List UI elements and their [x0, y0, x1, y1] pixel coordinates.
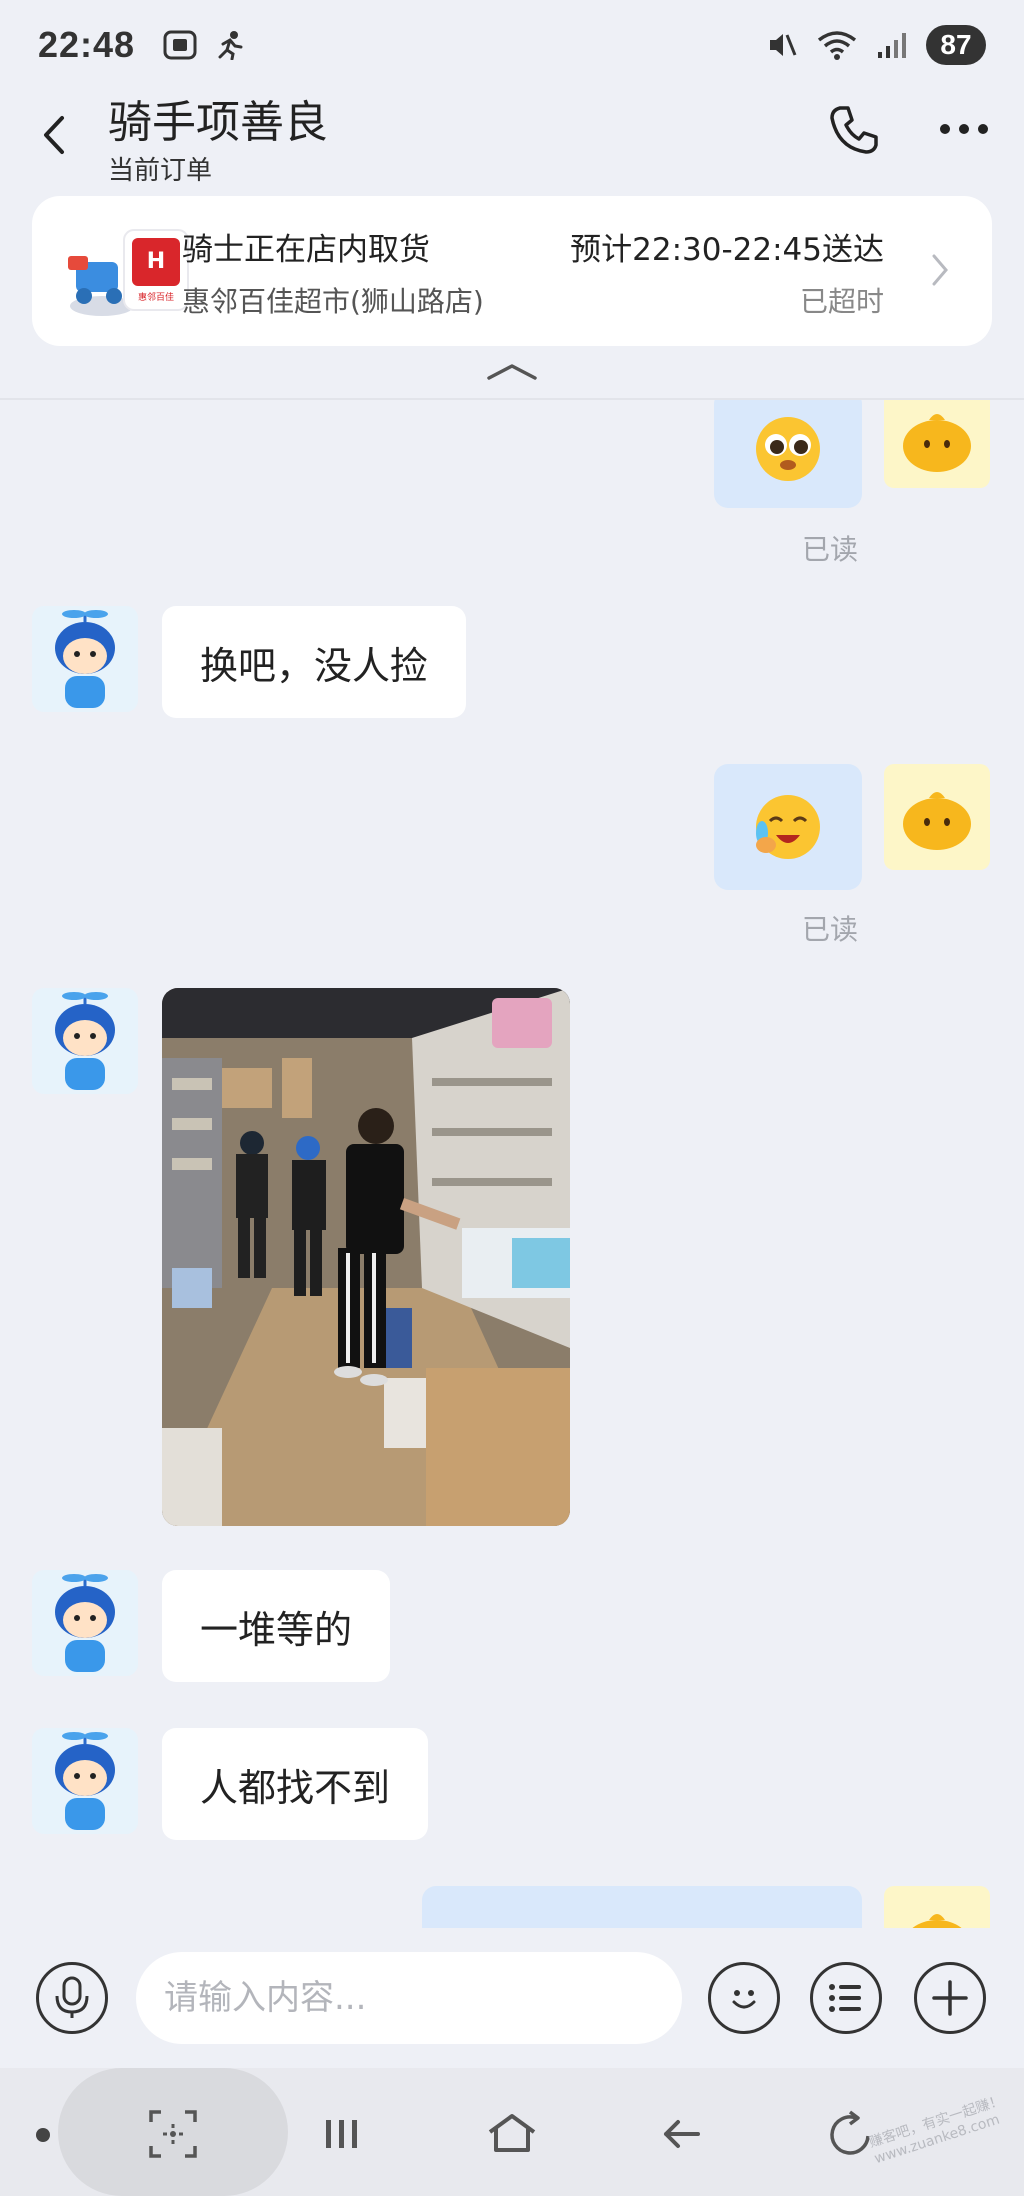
yellow-bun-avatar-icon [903, 792, 971, 850]
add-attachment-button[interactable] [914, 1962, 986, 2034]
svg-text:H: H [147, 249, 165, 274]
message-input-bar [0, 1928, 1024, 2068]
crying-laughing-sticker-icon [756, 795, 820, 859]
signal-icon [878, 33, 906, 58]
incoming-message-bubble[interactable]: 换吧，没人捡 [162, 606, 467, 718]
running-icon [218, 31, 243, 60]
nav-dot-indicator [36, 2128, 50, 2142]
status-left-icons [163, 30, 245, 60]
outgoing-sticker-bubble[interactable] [714, 764, 862, 890]
more-options-button[interactable] [940, 124, 990, 138]
voice-input-button[interactable] [36, 1962, 108, 2034]
outgoing-sticker-bubble[interactable] [714, 400, 862, 508]
emoji-button[interactable] [708, 1962, 780, 2034]
chat-header: 骑手项善良 当前订单 [0, 80, 1024, 190]
incoming-message-bubble[interactable]: 一堆等的 [162, 1570, 391, 1682]
incoming-message-bubble[interactable]: 人都找不到 [162, 1728, 429, 1840]
status-right: 87 [766, 25, 986, 65]
pleading-face-sticker-icon [756, 417, 820, 481]
outgoing-message-bubble-partial[interactable] [422, 1886, 862, 1928]
chevron-right-icon [932, 254, 948, 286]
rider-avatar[interactable] [32, 1570, 138, 1676]
list-icon [829, 1984, 861, 2012]
incoming-photo-message[interactable] [162, 988, 570, 1526]
back-nav-icon[interactable] [652, 2104, 712, 2164]
status-time: 22:48 [38, 24, 136, 65]
system-navigation-bar: 赚客吧，有实一起赚！www.zuanke8.com [0, 2068, 1024, 2196]
screenshot-icon [163, 30, 197, 60]
my-avatar[interactable] [884, 400, 990, 488]
my-avatar[interactable] [884, 764, 990, 870]
read-receipt: 已读 [802, 533, 859, 566]
microphone-icon [55, 1976, 89, 2018]
message-input[interactable] [136, 1952, 682, 2044]
store-name: 惠邻百佳超市(狮山路店) [182, 285, 484, 318]
smiley-icon [732, 1990, 756, 2009]
rider-avatar[interactable] [32, 988, 138, 1094]
watermark-text: 赚客吧，有实一起赚！www.zuanke8.com [867, 2092, 1006, 2168]
more-dot-icon [959, 124, 969, 134]
wifi-icon [817, 31, 857, 60]
order-status: 骑士正在店内取货 [182, 232, 430, 268]
delivery-store-logo: H 惠邻百佳 [68, 229, 189, 316]
mute-icon [770, 34, 797, 56]
yellow-bun-avatar-icon [903, 414, 971, 472]
rider-avatar[interactable] [32, 606, 138, 712]
battery-indicator: 87 [926, 25, 986, 65]
page-title: 骑手项善良 [108, 97, 328, 148]
rider-avatar[interactable] [32, 1728, 138, 1834]
more-dot-icon [978, 124, 988, 134]
my-avatar[interactable] [884, 1886, 990, 1928]
screen-capture-nav-icon[interactable] [143, 2104, 203, 2164]
current-order-card[interactable]: H 惠邻百佳 骑士正在店内取货 预计22:30-22:45送达 惠邻百佳超市(狮… [32, 196, 992, 346]
home-nav-icon[interactable] [482, 2104, 542, 2164]
chat-message-list[interactable]: 已读 换吧，没人捡 已读 一堆等的 人都找不到 [0, 400, 1024, 1928]
yellow-bun-avatar-icon [912, 1914, 962, 1928]
plus-icon [932, 1980, 968, 2016]
read-receipt: 已读 [802, 913, 859, 946]
more-dot-icon [940, 124, 950, 134]
overtime-badge: 已超时 [799, 285, 884, 318]
quick-reply-button[interactable] [810, 1962, 882, 2034]
phone-call-icon[interactable] [826, 102, 882, 158]
back-button[interactable] [36, 110, 72, 160]
collapse-chevron-up-icon[interactable] [485, 360, 539, 382]
page-subtitle[interactable]: 当前订单 [108, 150, 212, 187]
recent-apps-nav-icon[interactable] [312, 2104, 372, 2164]
status-bar: 22:48 87 [0, 0, 1024, 90]
store-logo-text: 惠邻百佳 [138, 291, 174, 303]
order-eta: 预计22:30-22:45送达 [570, 232, 884, 268]
